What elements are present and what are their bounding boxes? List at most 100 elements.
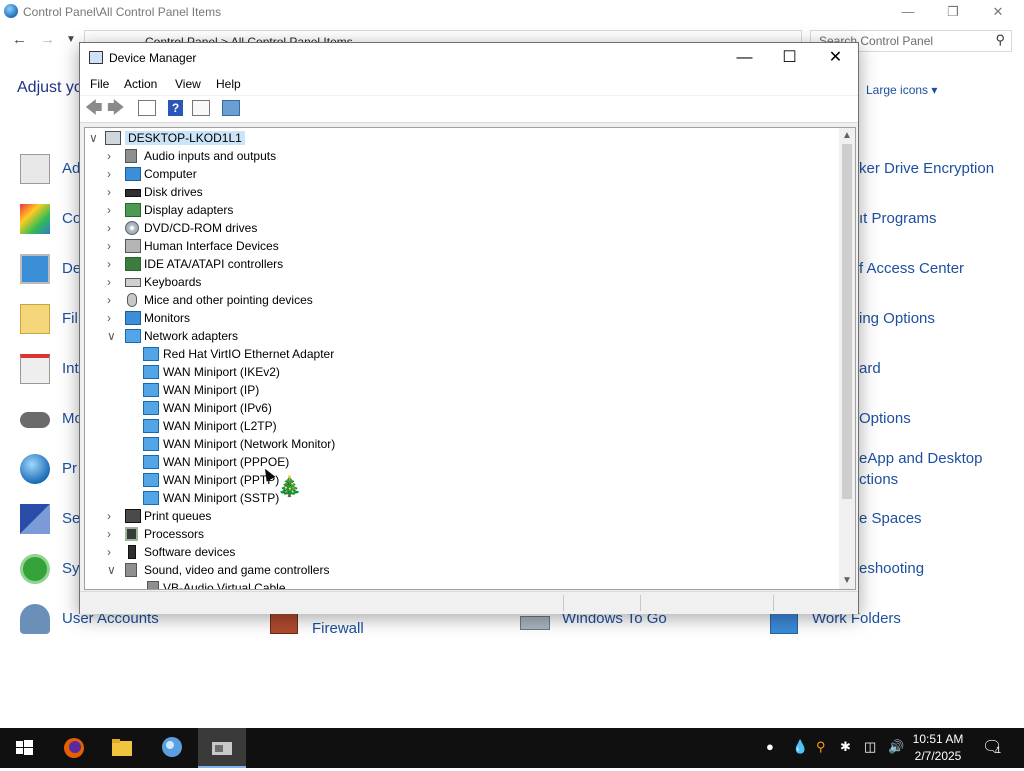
back-arrow-icon[interactable]: 🡄 xyxy=(85,99,103,116)
menu-help[interactable]: Help xyxy=(216,77,241,91)
back-arrow-icon[interactable]: ← xyxy=(12,31,27,48)
cp-item-power-options[interactable]: Options xyxy=(859,408,911,429)
chevron-right-icon[interactable]: › xyxy=(107,527,117,541)
scan-hardware-icon[interactable] xyxy=(222,100,240,116)
mouse-icon xyxy=(127,293,137,307)
network-adapter-icon xyxy=(143,491,159,505)
chevron-right-icon[interactable]: › xyxy=(107,221,117,235)
status-bar xyxy=(80,591,858,614)
status-divider xyxy=(563,595,564,611)
vertical-scrollbar[interactable]: ▲ ▼ xyxy=(839,128,855,589)
minimize-button[interactable]: — xyxy=(722,43,767,73)
drop-icon[interactable]: 💧 xyxy=(792,739,808,755)
cp-item-remoteapp-line2[interactable]: ctions xyxy=(859,469,898,490)
cp-item-default-programs[interactable]: ıt Programs xyxy=(859,208,937,229)
clock-date[interactable]: 2/7/2025 xyxy=(906,749,970,763)
tree-leaf-label: WAN Miniport (Network Monitor) xyxy=(163,437,336,451)
chevron-right-icon[interactable]: › xyxy=(107,239,117,253)
cp-item-label: Fil xyxy=(62,310,78,327)
tree-node-label: Monitors xyxy=(144,311,191,325)
file-explorer-icon xyxy=(112,739,132,756)
taskbar-file-explorer[interactable] xyxy=(98,728,146,768)
recent-chevron-icon[interactable]: ▼ xyxy=(66,34,76,45)
page-heading: Adjust yo xyxy=(17,79,83,96)
network-icon[interactable]: ◫ xyxy=(864,739,876,755)
show-hide-console-tree-icon[interactable] xyxy=(138,100,156,116)
tree-node-label: Mice and other pointing devices xyxy=(144,293,313,307)
tree-node-label: Keyboards xyxy=(144,275,202,289)
cp-item-troubleshooting[interactable]: eshooting xyxy=(859,558,924,579)
root-label: DESKTOP-LKOD1L1 xyxy=(125,131,245,145)
cp-item-storage-spaces[interactable]: e Spaces xyxy=(859,508,922,529)
menu-view[interactable]: View xyxy=(175,77,201,91)
chevron-right-icon[interactable]: › xyxy=(107,185,117,199)
clock-time[interactable]: 10:51 AM xyxy=(906,732,970,746)
admin-tools-icon xyxy=(20,154,50,184)
tree-leaf-label: WAN Miniport (IPv6) xyxy=(163,401,272,415)
device-manager-icon xyxy=(212,742,232,755)
ide-controller-icon xyxy=(125,257,141,271)
programs-icon xyxy=(20,454,50,484)
chevron-right-icon[interactable]: › xyxy=(107,509,117,523)
search-tray-icon[interactable]: ⚲ xyxy=(816,739,826,755)
maximize-button[interactable]: ❐ xyxy=(935,2,971,22)
maximize-button[interactable]: ☐ xyxy=(767,43,812,73)
search-icon[interactable]: ⚲ xyxy=(995,32,1005,48)
close-button[interactable]: ✕ xyxy=(980,2,1016,22)
monitor-icon xyxy=(125,311,141,325)
sync-center-icon xyxy=(20,554,50,584)
cp-item-bitlocker[interactable]: ker Drive Encryption xyxy=(859,158,994,179)
network-adapter-icon xyxy=(143,455,159,469)
taskbar: ● 💧 ⚲ ✱ ◫ 🔊 10:51 AM 2/7/2025 🗨 1 xyxy=(0,728,1024,768)
snowflake-icon[interactable]: ✱ xyxy=(840,739,851,755)
menu-action[interactable]: Action xyxy=(124,77,157,91)
cp-item-label: Ad xyxy=(62,160,81,177)
chevron-right-icon[interactable]: › xyxy=(107,275,117,289)
scrollbar-thumb[interactable] xyxy=(842,144,852,499)
close-button[interactable]: ✕ xyxy=(813,43,858,73)
taskbar-firefox[interactable] xyxy=(50,728,98,768)
cp-item-remoteapp[interactable]: eApp and Desktop xyxy=(859,448,982,469)
firefox-icon xyxy=(64,738,84,758)
tree-node-label: Sound, video and game controllers xyxy=(144,563,330,577)
printer-icon xyxy=(125,509,141,523)
chevron-right-icon[interactable]: › xyxy=(107,545,117,559)
view-by-value[interactable]: Large icons xyxy=(866,83,928,97)
tree-node-label: Network adapters xyxy=(144,329,239,343)
scroll-up-arrow-icon[interactable]: ▲ xyxy=(839,128,855,144)
cp-item-indexing-options[interactable]: ing Options xyxy=(859,308,935,329)
cp-item-keyboard[interactable]: ard xyxy=(859,358,881,379)
start-button[interactable] xyxy=(0,728,48,768)
usb-drive-icon xyxy=(520,616,550,630)
chevron-right-icon[interactable]: › xyxy=(107,167,117,181)
minimize-button[interactable]: — xyxy=(890,2,926,22)
speaker-icon xyxy=(147,581,159,589)
volume-icon[interactable]: 🔊 xyxy=(888,739,904,755)
scroll-down-arrow-icon[interactable]: ▼ xyxy=(839,573,855,589)
chevron-right-icon[interactable]: › xyxy=(107,311,117,325)
internet-options-icon xyxy=(20,354,50,384)
taskbar-control-panel[interactable] xyxy=(148,728,196,768)
taskbar-device-manager[interactable] xyxy=(198,728,246,768)
cp-item-ease-of-access[interactable]: f Access Center xyxy=(859,258,964,279)
menu-file[interactable]: File xyxy=(90,77,109,91)
chevron-down-icon[interactable]: ∨ xyxy=(107,329,117,343)
chevron-right-icon[interactable]: › xyxy=(107,203,117,217)
chevron-right-icon[interactable]: › xyxy=(107,293,117,307)
control-panel-titlebar: Control Panel\All Control Panel Items — … xyxy=(0,0,1024,24)
chevron-down-icon[interactable]: ∨ xyxy=(89,131,99,145)
chevron-down-icon[interactable]: ∨ xyxy=(107,563,117,577)
people-icon[interactable]: ● xyxy=(766,739,774,754)
view-by-dropdown[interactable]: Large icons ▾ xyxy=(866,83,937,97)
properties-icon[interactable] xyxy=(192,100,210,116)
dvd-icon xyxy=(125,221,139,235)
network-adapter-icon xyxy=(143,437,159,451)
tree-leaf-label: WAN Miniport (IP) xyxy=(163,383,260,397)
forward-arrow-icon[interactable]: → xyxy=(40,31,55,48)
device-tree: ∨ DESKTOP-LKOD1L1 › Audio inputs and out… xyxy=(84,127,856,590)
device-manager-titlebar: Device Manager — ☐ ✕ xyxy=(80,43,858,73)
chevron-right-icon[interactable]: › xyxy=(107,257,117,271)
forward-arrow-icon[interactable]: 🡆 xyxy=(107,99,125,116)
help-icon[interactable]: ? xyxy=(168,100,183,116)
chevron-right-icon[interactable]: › xyxy=(107,149,117,163)
